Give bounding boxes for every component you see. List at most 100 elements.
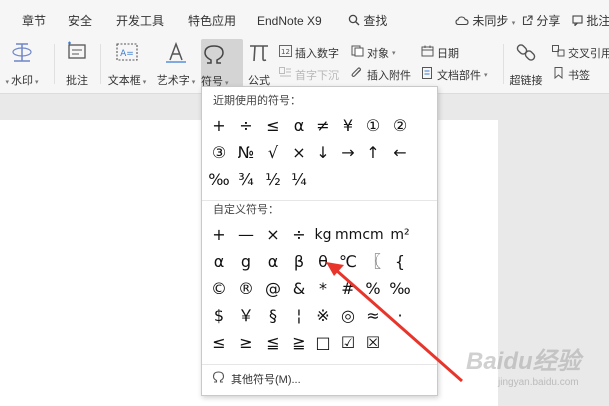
cross-ref-button[interactable]: 交叉引用 (552, 45, 609, 62)
symbol-cell[interactable]: ‰ (387, 277, 413, 301)
symbol-cell[interactable]: θ (310, 250, 336, 274)
link-icon (506, 41, 546, 70)
symbol-cell[interactable]: ℃ (335, 250, 361, 274)
symbol-cell[interactable]: ® (233, 277, 259, 301)
tab-security[interactable]: 安全 (68, 12, 92, 30)
symbol-cell[interactable]: α (260, 250, 286, 274)
tab-developer-tools[interactable]: 开发工具 (116, 12, 164, 30)
cross-ref-label: 交叉引用 (568, 47, 609, 60)
symbol-cell[interactable]: ≧ (286, 331, 312, 355)
symbol-cell[interactable]: × (286, 141, 312, 165)
doc-part-button[interactable]: 文档部件 ▾ (421, 67, 488, 84)
symbol-cell[interactable]: — (233, 223, 259, 247)
symbol-cell[interactable]: ↑ (360, 141, 386, 165)
symbol-cell[interactable]: cm (360, 223, 386, 247)
sync-status[interactable]: 未同步 ▾ (455, 12, 515, 33)
symbol-cell[interactable]: ← (387, 141, 413, 165)
symbol-cell[interactable]: + (206, 114, 232, 138)
symbol-cell[interactable]: + (206, 223, 232, 247)
symbol-cell[interactable]: ② (387, 114, 413, 138)
symbol-cell[interactable]: ‰ (206, 168, 232, 192)
symbol-cell[interactable]: ① (360, 114, 386, 138)
comment-tab[interactable]: 批注 (572, 12, 609, 30)
symbol-cell[interactable]: ≠ (310, 114, 336, 138)
symbol-cell[interactable]: → (335, 141, 361, 165)
watermark-label: 水印 (11, 75, 33, 87)
object-label: 对象 (367, 47, 389, 60)
share-button[interactable]: 分享 (522, 12, 560, 30)
date-label: 日期 (437, 47, 459, 60)
symbol-cell[interactable]: 〖 (360, 250, 386, 274)
insert-number-label: 插入数字 (295, 47, 339, 60)
comment-tab-label: 批注 (586, 14, 609, 28)
symbol-cell[interactable]: × (260, 223, 286, 247)
symbol-cell[interactable]: $ (206, 304, 232, 328)
insert-attachment-button[interactable]: 插入附件 (351, 67, 411, 84)
date-button[interactable]: 日期 (421, 45, 459, 62)
baidu-watermark-url: jingyan.baidu.com (498, 377, 579, 388)
bookmark-button[interactable]: 书签 (552, 67, 590, 84)
symbol-cell[interactable]: ¥ (335, 114, 361, 138)
more-symbols-button[interactable]: 其他符号(M)... (212, 371, 301, 388)
symbol-cell[interactable]: ÷ (233, 114, 259, 138)
symbol-cell[interactable]: ￥ (233, 304, 259, 328)
symbol-cell[interactable]: ↓ (310, 141, 336, 165)
symbol-cell[interactable]: ※ (310, 304, 336, 328)
symbol-cell[interactable]: ≦ (260, 331, 286, 355)
hyperlink-button[interactable]: 超链接 (506, 41, 546, 88)
symbol-cell[interactable]: ☑ (335, 331, 361, 355)
symbol-cell[interactable]: α (206, 250, 232, 274)
symbol-cell[interactable]: ≥ (233, 331, 259, 355)
symbol-cell[interactable]: α (286, 114, 312, 138)
tab-find-label: 查找 (363, 14, 388, 28)
symbol-cell[interactable]: · (387, 304, 413, 328)
symbol-cell[interactable]: g (233, 250, 259, 274)
symbol-cell[interactable]: ◎ (335, 304, 361, 328)
symbol-cell[interactable]: % (360, 277, 386, 301)
first-drop-button[interactable]: 首字下沉 (279, 67, 339, 84)
symbol-cell[interactable]: mm (335, 223, 362, 247)
symbol-cell[interactable]: √ (260, 141, 286, 165)
symbol-cell[interactable]: { (387, 250, 413, 274)
symbol-cell[interactable]: © (206, 277, 232, 301)
symbol-cell[interactable]: ¾ (233, 168, 259, 192)
omega-icon (201, 43, 243, 72)
tab-find[interactable]: 查找 (348, 12, 387, 30)
symbol-cell[interactable]: β (286, 250, 312, 274)
symbol-button[interactable]: 符号 ▾ (201, 39, 243, 91)
symbol-cell[interactable]: ÷ (286, 223, 312, 247)
object-button[interactable]: 对象 ▾ (351, 45, 396, 62)
formula-button[interactable]: 公式 (244, 41, 274, 88)
symbol-cell[interactable]: ¦ (286, 304, 312, 328)
symbol-cell[interactable]: & (286, 277, 312, 301)
symbol-cell[interactable]: ¼ (286, 168, 312, 192)
tab-chapter[interactable]: 章节 (22, 12, 46, 30)
symbol-cell[interactable]: ≤ (260, 114, 286, 138)
comment-button[interactable]: 批注 (58, 41, 96, 88)
wordart-label: 艺术字 (156, 75, 190, 87)
symbol-cell[interactable]: * (310, 277, 336, 301)
tab-endnote[interactable]: EndNote X9 (257, 12, 322, 30)
textbox-button[interactable]: A= 文本框 ▾ (104, 41, 150, 90)
wordart-button[interactable]: 艺术字 ▾ (155, 41, 197, 90)
symbol-cell[interactable]: ≈ (360, 304, 386, 328)
symbol-cell[interactable]: ☒ (360, 331, 386, 355)
sync-status-label: 未同步 (472, 14, 509, 28)
divider (202, 364, 437, 365)
symbol-cell[interactable]: § (260, 304, 286, 328)
watermark-button[interactable]: ▾ 水印 ▾ (0, 41, 44, 90)
symbol-cell[interactable]: ③ (206, 141, 232, 165)
symbol-cell[interactable]: □ (310, 331, 336, 355)
doc-part-label: 文档部件 (437, 69, 481, 82)
symbol-cell[interactable]: ≤ (206, 331, 232, 355)
insert-number-button[interactable]: 12 插入数字 (279, 45, 339, 62)
symbol-cell[interactable]: m² (387, 223, 413, 247)
search-icon (348, 14, 363, 28)
symbol-cell[interactable]: # (335, 277, 361, 301)
symbol-cell[interactable]: @ (260, 277, 286, 301)
symbol-cell[interactable]: kg (310, 223, 336, 247)
symbol-cell[interactable]: ½ (260, 168, 286, 192)
symbol-cell[interactable]: № (233, 141, 259, 165)
number-icon: 12 (279, 45, 292, 62)
tab-special-apps[interactable]: 特色应用 (188, 12, 236, 30)
